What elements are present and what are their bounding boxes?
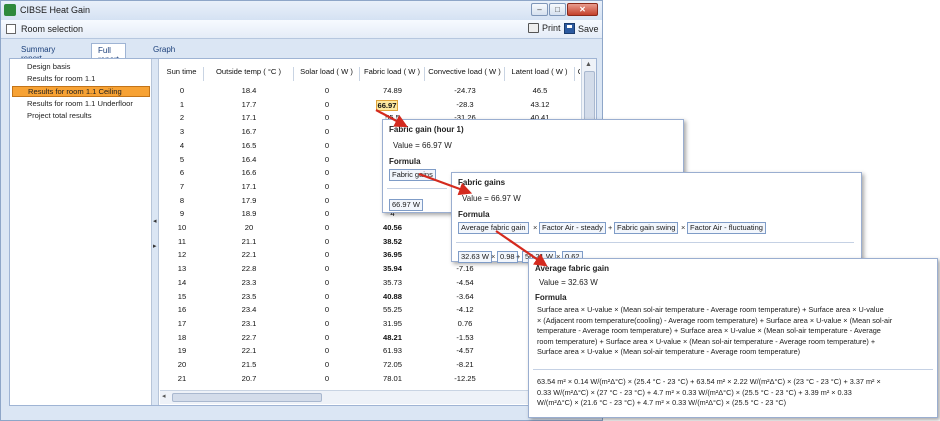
arrow-to-fabric-gains [418,172,473,196]
arrow-to-average-fabric-gain [495,230,548,267]
popup-arrows [375,109,548,267]
arrow-to-fabric-gain-hour [375,109,408,128]
